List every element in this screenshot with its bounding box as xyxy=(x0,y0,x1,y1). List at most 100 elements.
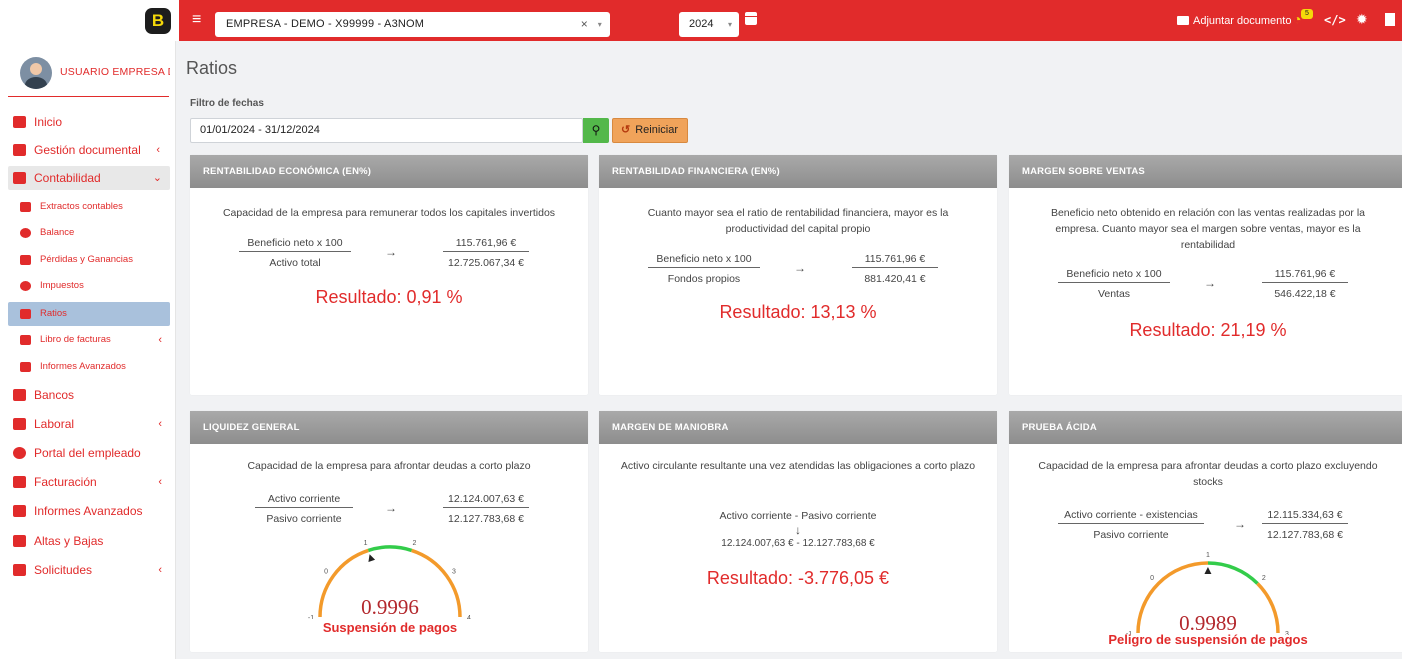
arrow-right-icon: → xyxy=(385,245,397,259)
user-panel[interactable]: USUARIO EMPRESA DEMO xyxy=(8,51,170,97)
value-numerator: 12.115.334,63 € xyxy=(1262,509,1348,524)
sidebar-item-bancos[interactable]: Bancos xyxy=(8,383,170,407)
avatar xyxy=(20,57,52,89)
ratio-result: Resultado: 13,13 % xyxy=(719,302,877,322)
gauge-tick-label: 1 xyxy=(364,540,368,547)
arrow-right-icon: → xyxy=(1204,276,1216,290)
sidebar-item-contabilidad[interactable]: Contabilidad ⌄ xyxy=(8,166,170,190)
sidebar-item-label: Contabilidad xyxy=(34,171,101,185)
card-title: RENTABILIDAD ECONÓMICA (EN%) xyxy=(190,155,588,188)
value-denominator: 12.127.783,68 € xyxy=(1267,529,1343,541)
calendar-icon[interactable] xyxy=(745,12,757,25)
pdf-icon xyxy=(20,362,31,372)
sidebar-item-impuestos[interactable]: Impuestos xyxy=(8,274,170,298)
chevron-left-icon: ‹ xyxy=(156,144,160,156)
company-select[interactable]: EMPRESA - DEMO - X99999 - A3NOM × ▾ xyxy=(215,12,610,37)
home-icon xyxy=(13,116,26,128)
reset-button[interactable]: ↺ Reiniciar xyxy=(612,118,688,143)
sidebar-item-label: Bancos xyxy=(34,388,75,402)
sidebar-item-label: Pérdidas y Ganancias xyxy=(40,254,133,265)
user-name: USUARIO EMPRESA DEMO xyxy=(60,66,170,78)
sidebar-item-ratios[interactable]: Ratios xyxy=(8,302,170,326)
sidebar-item-perdidas-ganancias[interactable]: Pérdidas y Ganancias xyxy=(8,248,170,272)
report-icon xyxy=(13,505,26,517)
value-numerator: 115.761,96 € xyxy=(852,253,938,268)
card-description: Beneficio neto obtenido en relación con … xyxy=(1050,207,1366,251)
value-denominator: 546.422,18 € xyxy=(1274,288,1336,300)
sidebar-item-libro-facturas[interactable]: Libro de facturas ‹ xyxy=(8,328,170,352)
card-title: RENTABILIDAD FINANCIERA (EN%) xyxy=(599,155,997,188)
chevron-down-icon[interactable]: ▾ xyxy=(598,12,602,37)
gauge-tick-label: 0 xyxy=(324,569,328,576)
search-icon xyxy=(20,281,31,291)
sidebar-item-extractos-contables[interactable]: Extractos contables xyxy=(8,195,170,219)
ratio-card-margen-ventas: MARGEN SOBRE VENTAS Beneficio neto obten… xyxy=(1009,155,1402,395)
sidebar-item-label: Ratios xyxy=(40,308,67,319)
sidebar-item-informes-avanzados-contables[interactable]: Informes Avanzados xyxy=(8,355,170,379)
sidebar-item-altas-bajas[interactable]: Altas y Bajas xyxy=(8,529,170,553)
ratio-formula: Beneficio neto x 100 Ventas → 115.761,96… xyxy=(1058,268,1358,308)
year-select[interactable]: 2024 ▾ xyxy=(679,12,739,37)
code-icon[interactable]: </> xyxy=(1324,13,1346,27)
chevron-left-icon: ‹ xyxy=(158,564,162,576)
sidebar-item-label: Portal del empleado xyxy=(34,446,141,460)
sidebar-item-label: Impuestos xyxy=(40,280,84,291)
gauge-value: 0.9996 xyxy=(361,595,419,619)
reset-button-label: Reiniciar xyxy=(635,124,679,136)
chevron-left-icon: ‹ xyxy=(158,418,162,430)
gauge-needle xyxy=(1204,567,1212,575)
attach-document-button[interactable]: Adjuntar documento xyxy=(1177,15,1291,27)
card-title: MARGEN DE MANIOBRA xyxy=(599,411,997,444)
menu-toggle-icon[interactable]: ≡ xyxy=(192,12,201,28)
pie-chart-icon xyxy=(20,228,31,238)
ratio-card-rentabilidad-economica: RENTABILIDAD ECONÓMICA (EN%) Capacidad d… xyxy=(190,155,588,395)
sidebar-item-inicio[interactable]: Inicio xyxy=(8,110,170,134)
clock-icon xyxy=(13,447,26,459)
clear-icon[interactable]: × xyxy=(581,12,588,37)
sidebar-item-laboral[interactable]: Laboral ‹ xyxy=(8,412,170,436)
gear-icon[interactable]: ✹ xyxy=(1356,11,1368,28)
sidebar-item-label: Gestión documental xyxy=(34,143,141,157)
cc-icon xyxy=(20,202,31,212)
formula-numerator: Beneficio neto x 100 xyxy=(648,253,760,268)
card-description: Capacidad de la empresa para remunerar t… xyxy=(222,207,556,219)
app-logo[interactable]: B xyxy=(145,8,171,34)
book-icon xyxy=(20,335,31,345)
sidebar-item-informes-avanzados[interactable]: Informes Avanzados xyxy=(8,499,170,523)
top-bar: B ≡ EMPRESA - DEMO - X99999 - A3NOM × ▾ … xyxy=(0,0,1402,41)
card-title: MARGEN SOBRE VENTAS xyxy=(1009,155,1402,188)
arrow-right-icon: → xyxy=(385,501,397,515)
liquidity-gauge: -1 0 1 2 3 4 0.9996 Suspensión de pagos xyxy=(290,529,490,649)
sidebar-item-label: Libro de facturas xyxy=(40,334,111,345)
sidebar-item-label: Balance xyxy=(40,227,75,238)
arrow-right-icon: → xyxy=(1234,517,1246,531)
search-button[interactable]: ⚲ xyxy=(583,118,609,143)
sidebar-item-facturacion[interactable]: Facturación ‹ xyxy=(8,470,170,494)
ratio-formula: Beneficio neto x 100 Activo total → 115.… xyxy=(239,237,539,277)
value-denominator: 881.420,41 € xyxy=(864,273,926,285)
date-range-input[interactable]: 01/01/2024 - 31/12/2024 xyxy=(190,118,583,143)
sidebar-item-gestion-documental[interactable]: Gestión documental ‹ xyxy=(8,138,170,162)
logout-icon[interactable] xyxy=(1385,13,1395,26)
sidebar-item-balance[interactable]: Balance xyxy=(8,221,170,245)
sidebar-item-label: Extractos contables xyxy=(40,201,123,212)
card-description: Capacidad de la empresa para afrontar de… xyxy=(247,460,531,472)
card-description: Activo circulante resultante una vez ate… xyxy=(620,460,976,472)
sidebar-item-label: Altas y Bajas xyxy=(34,534,104,548)
formula-numerator: Beneficio neto x 100 xyxy=(1058,268,1170,283)
chevron-left-icon: ‹ xyxy=(158,476,162,488)
card-description: Cuanto mayor sea el ratio de rentabilida… xyxy=(647,207,949,235)
sidebar-item-solicitudes[interactable]: Solicitudes ‹ xyxy=(8,558,170,582)
company-select-value: EMPRESA - DEMO - X99999 - A3NOM xyxy=(226,18,425,30)
sidebar-item-portal-empleado[interactable]: Portal del empleado xyxy=(8,441,170,465)
sidebar-item-label: Solicitudes xyxy=(34,563,93,577)
gauge-segment-ok xyxy=(1207,561,1259,585)
chevron-down-icon[interactable]: ▾ xyxy=(728,12,732,37)
formula-numerator: Activo corriente - existencias xyxy=(1058,509,1204,524)
value-denominator: 12.725.067,34 € xyxy=(448,257,524,269)
card-title: PRUEBA ÁCIDA xyxy=(1009,411,1402,444)
envelope-icon xyxy=(13,564,26,576)
date-filter-label: Filtro de fechas xyxy=(190,98,264,109)
sidebar-item-label: Informes Avanzados xyxy=(34,504,143,518)
gauge-tick-label: 2 xyxy=(412,540,416,547)
